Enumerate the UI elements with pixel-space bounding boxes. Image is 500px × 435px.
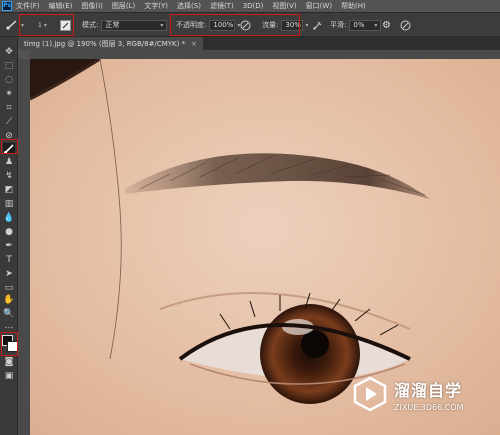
menu-3d[interactable]: 3D(D) [243,2,264,10]
smoothing-group: 平滑: 0% ▾ [330,19,382,31]
blur-tool-icon[interactable]: 💧 [3,213,15,224]
pen-tool-icon[interactable]: ✒ [3,241,15,252]
type-tool-icon[interactable]: T [3,255,15,266]
highlight-color-swatches [1,332,18,356]
menu-type[interactable]: 文字(Y) [144,1,168,11]
chevron-down-icon: ▾ [374,21,378,29]
highlight-opacity-flow [170,14,300,36]
tools-panel: ✥ ⬚ ◌ ✶ ⌗ ⟋ ⊘ ♟ ↯ ◩ ▥ 💧 ● ✒ T ➤ ▭ ✋ 🔍 … … [0,37,18,435]
watermark: 溜溜自学 ZIXUE.3D66.COM [352,369,472,419]
crop-tool-icon[interactable]: ⌗ [3,103,15,114]
magic-wand-tool-icon[interactable]: ✶ [3,89,15,100]
pressure-size-button[interactable] [400,19,411,31]
more-tools-icon[interactable]: … [3,321,15,332]
airbrush-icon [313,21,322,30]
eyedropper-tool-icon[interactable]: ⟋ [3,117,15,128]
play-logo-icon [353,376,387,412]
lasso-tool-icon[interactable]: ◌ [3,75,15,86]
move-tool-icon[interactable]: ✥ [3,47,15,58]
smoothing-options-button[interactable]: ⚙ [382,19,391,31]
menu-file[interactable]: 文件(F) [16,1,40,11]
watermark-url: ZIXUE.3D66.COM [394,402,464,412]
menu-window[interactable]: 窗口(W) [306,1,332,11]
highlight-brush-tool [1,139,18,154]
menu-bar: Ps 文件(F) 编辑(E) 图像(I) 图层(L) 文字(Y) 选择(S) 滤… [0,0,500,12]
gradient-tool-icon[interactable]: ▥ [3,199,15,210]
document-tab-bar: timg (1).jpg @ 190% (图层 3, RGB/8#/CMYK) … [18,37,500,50]
gear-icon: ⚙ [382,19,391,31]
menu-edit[interactable]: 编辑(E) [49,1,73,11]
chevron-down-icon: ▾ [160,21,164,29]
menu-filter[interactable]: 滤镜(T) [210,1,234,11]
watermark-name: 溜溜自学 [394,380,463,400]
dodge-tool-icon[interactable]: ● [3,227,15,238]
document-tab[interactable]: timg (1).jpg @ 190% (图层 3, RGB/8#/CMYK) … [18,37,203,50]
highlight-brush-size [19,14,74,36]
brush-icon [6,20,17,30]
eraser-tool-icon[interactable]: ◩ [3,185,15,196]
airbrush-button[interactable] [312,19,323,31]
zoom-tool-icon[interactable]: 🔍 [3,309,15,320]
document-tab-title: timg (1).jpg @ 190% (图层 3, RGB/8#/CMYK) … [24,39,186,48]
vertical-ruler [18,59,30,435]
mode-label: 模式: [82,21,99,29]
quick-mask-icon[interactable]: ◙ [3,357,15,368]
smoothing-value: 0% [353,21,365,29]
chevron-down-icon[interactable]: ▾ [305,22,308,29]
smoothing-input[interactable]: 0% ▾ [349,19,382,31]
stamp-tool-icon[interactable]: ♟ [3,157,15,168]
hand-tool-icon[interactable]: ✋ [3,295,15,306]
menu-help[interactable]: 帮助(H) [341,1,366,11]
mode-value: 正常 [105,21,120,29]
mode-select[interactable]: 正常 ▾ [101,19,168,31]
screen-mode-icon[interactable]: ▣ [3,371,15,382]
close-icon[interactable]: × [191,40,197,48]
smoothing-label: 平滑: [330,21,347,29]
photoshop-logo: Ps [2,1,12,11]
menu-layer[interactable]: 图层(L) [112,1,135,11]
mode-group: 模式: 正常 ▾ [82,19,168,31]
marquee-tool-icon[interactable]: ⬚ [3,61,15,72]
menu-view[interactable]: 视图(V) [272,1,296,11]
path-select-tool-icon[interactable]: ➤ [3,269,15,280]
pressure-size-icon [400,20,411,30]
menu-select[interactable]: 选择(S) [177,1,201,11]
history-brush-tool-icon[interactable]: ↯ [3,171,15,182]
menu-image[interactable]: 图像(I) [81,1,103,11]
shape-tool-icon[interactable]: ▭ [3,283,15,294]
